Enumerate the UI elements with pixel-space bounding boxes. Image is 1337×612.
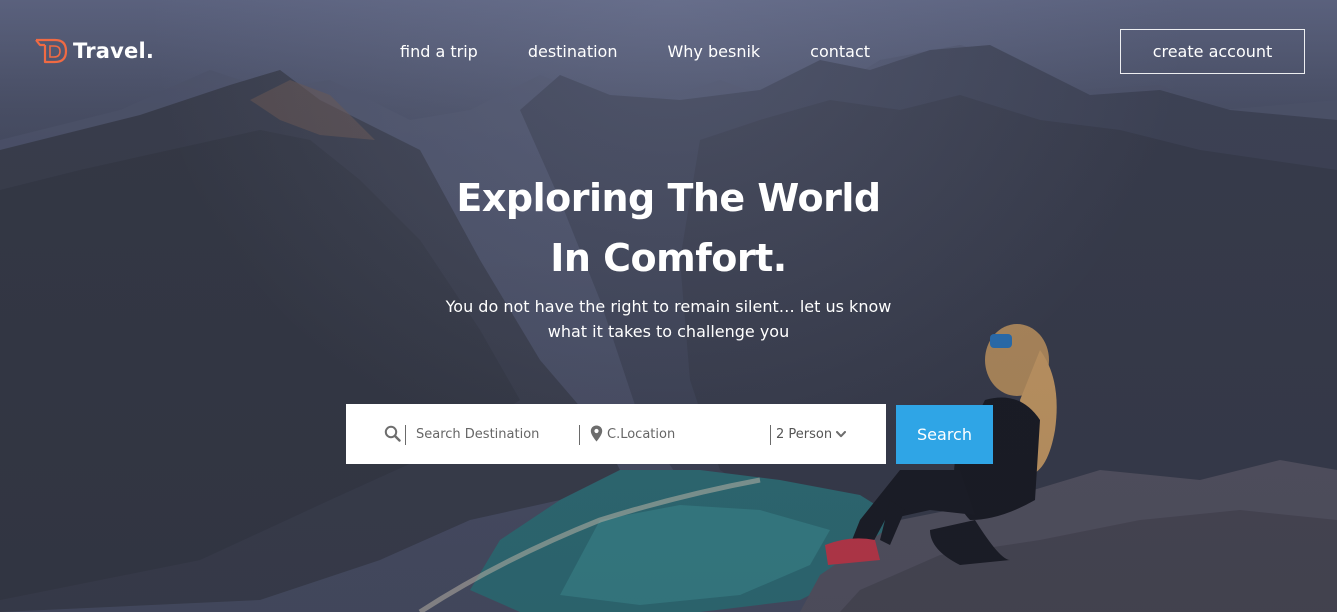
hero-headline-line1: Exploring The World <box>456 176 881 220</box>
divider <box>770 425 771 445</box>
hero-subtitle-line1: You do not have the right to remain sile… <box>445 297 892 316</box>
nav-item-destination[interactable]: destination <box>528 42 618 61</box>
location-pin-icon <box>590 425 603 442</box>
brand-logo[interactable]: Travel. <box>33 36 154 66</box>
divider <box>405 425 406 445</box>
hero-subtitle: You do not have the right to remain sile… <box>0 294 1337 344</box>
location-input[interactable] <box>607 424 757 444</box>
divider <box>579 425 580 445</box>
hero-headline-line2: In Comfort. <box>550 236 787 280</box>
nav-item-why-besnik[interactable]: Why besnik <box>667 42 760 61</box>
logo-d-icon <box>35 38 68 64</box>
person-count-value: 2 Person <box>776 426 833 442</box>
nav-item-contact[interactable]: contact <box>810 42 870 61</box>
main-nav: find a trip destination Why besnik conta… <box>400 42 870 61</box>
nav-item-find-a-trip[interactable]: find a trip <box>400 42 478 61</box>
brand-name: Travel. <box>73 39 155 63</box>
hero-headline: Exploring The World In Comfort. <box>0 168 1337 288</box>
chevron-down-icon <box>836 430 847 438</box>
person-count-select[interactable]: 2 Person <box>776 424 847 444</box>
search-icon <box>384 425 401 442</box>
hero-subtitle-line2: what it takes to challenge you <box>547 322 790 341</box>
create-account-button[interactable]: create account <box>1120 29 1305 74</box>
search-button[interactable]: Search <box>896 405 993 464</box>
destination-search-input[interactable] <box>416 424 576 444</box>
search-bar: 2 Person <box>346 404 886 464</box>
